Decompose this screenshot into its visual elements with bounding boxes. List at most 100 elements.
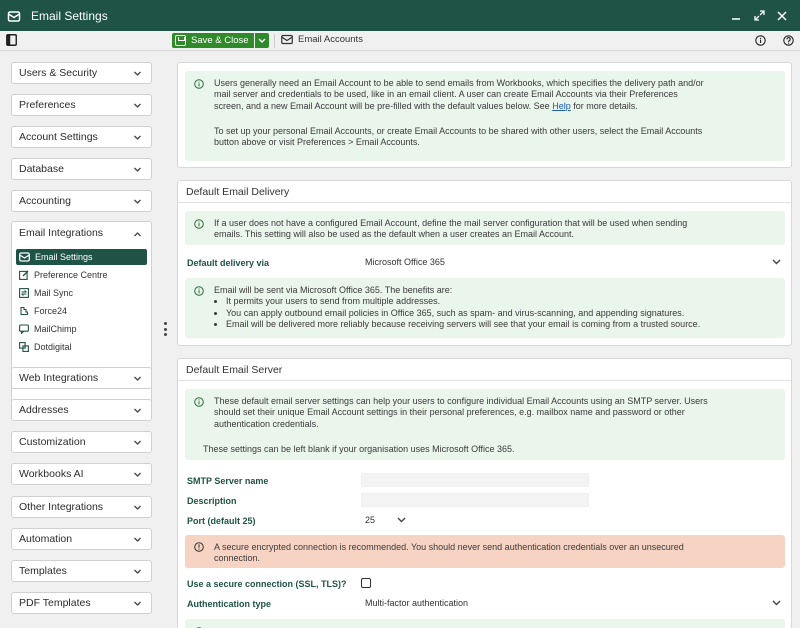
sidebar-subitem-label: Dotdigital (34, 342, 72, 352)
sidebar-subitem-dotdigital[interactable]: Dotdigital (16, 339, 147, 355)
intro-info-box: Users generally need an Email Account to… (185, 71, 785, 161)
authentication-type-value: Multi-factor authentication (365, 597, 469, 608)
authentication-type-select[interactable]: Multi-factor authentication (365, 595, 785, 610)
server-info-line: authentication credentials. (214, 418, 319, 429)
port-value: 25 (365, 514, 376, 525)
chevron-down-icon (134, 71, 141, 76)
benefit-item: It permits your users to send from multi… (226, 296, 784, 307)
chevron-down-icon (134, 440, 141, 445)
info-icon[interactable] (755, 35, 766, 49)
close-icon[interactable] (776, 10, 788, 22)
sidebar-item-account-settings[interactable]: Account Settings (11, 126, 152, 148)
sidebar-item-label: Templates (19, 565, 67, 577)
section-heading: Default Email Delivery (178, 181, 791, 203)
sidebar-subitem-label: Email Settings (35, 252, 93, 262)
maximize-icon[interactable] (753, 10, 765, 22)
info-circle-icon (194, 286, 204, 296)
sidebar-item-label: Preferences (19, 99, 76, 111)
window-title: Email Settings (31, 8, 108, 23)
info-circle-icon (194, 79, 204, 89)
sidebar-item-templates[interactable]: Templates (11, 560, 152, 582)
sidebar-item-automation[interactable]: Automation (11, 528, 152, 550)
title-bar: Email Settings (0, 0, 800, 31)
sidebar-item-label: PDF Templates (19, 597, 91, 609)
chevron-down-icon (134, 167, 141, 172)
benefit-item: Email will be delivered more reliably be… (226, 319, 784, 330)
intro-text: Users generally need an Email Account to… (214, 78, 704, 111)
sidebar-item-preferences[interactable]: Preferences (11, 94, 152, 116)
save-icon (175, 35, 186, 46)
smtp-server-label: SMTP Server name (187, 476, 269, 486)
minimize-icon[interactable] (730, 10, 742, 22)
default-delivery-label: Default delivery via (187, 258, 270, 268)
settings-sidebar: Users & Security Preferences Account Set… (0, 51, 160, 628)
sidebar-subitem-preference-centre[interactable]: Preference Centre (16, 267, 147, 283)
delivery-info-line: If a user does not have a configured Ema… (214, 218, 688, 228)
sidebar-item-customization[interactable]: Customization (11, 431, 152, 453)
sidebar-section-header[interactable]: Email Integrations (19, 227, 103, 239)
save-options-dropdown[interactable] (254, 33, 269, 48)
email-accounts-button[interactable]: Email Accounts (281, 34, 363, 45)
authentication-type-label: Authentication type (187, 599, 272, 609)
delivery-benefits-box: Email will be sent via Microsoft Office … (185, 278, 785, 338)
section-heading: Default Email Server (178, 359, 791, 381)
sidebar-item-workbooks-ai[interactable]: Workbooks AI (11, 463, 152, 485)
default-delivery-card: Default Email Delivery If a user does no… (177, 180, 792, 346)
save-close-label: Save & Close (191, 35, 249, 46)
security-warning: A secure encrypted connection is recomme… (185, 535, 785, 568)
sidebar-item-label: Users & Security (19, 67, 98, 79)
panel-toggle-icon[interactable] (6, 34, 17, 46)
smtp-server-input[interactable] (361, 473, 589, 487)
chevron-up-icon[interactable] (133, 230, 142, 239)
server-info-line: should set their unique Email Account se… (214, 407, 685, 418)
warning-line: connection. (214, 553, 261, 564)
help-icon[interactable] (783, 35, 794, 49)
save-close-button[interactable]: Save & Close (172, 33, 254, 48)
sidebar-item-addresses[interactable]: Addresses (11, 399, 152, 421)
port-label: Port (default 25) (187, 516, 256, 526)
toolbar-divider (274, 34, 275, 48)
sidebar-subitem-mailchimp[interactable]: MailChimp (16, 321, 147, 337)
intro-text-2: To set up your personal Email Accounts, … (214, 126, 703, 148)
chat-icon (19, 324, 29, 334)
sidebar-subitem-email-settings[interactable]: Email Settings (16, 249, 147, 265)
toolbar: Save & Close Email Accounts (0, 31, 800, 51)
server-info-line: These default email server settings can … (214, 396, 708, 406)
chevron-down-icon (397, 517, 406, 523)
chevron-down-icon (134, 537, 141, 542)
chevron-down-icon (772, 259, 781, 265)
sidebar-subitem-label: MailChimp (34, 324, 77, 334)
chevron-down-icon (134, 408, 141, 413)
default-delivery-select[interactable]: Microsoft Office 365 (365, 254, 785, 269)
port-select[interactable]: 25 (365, 512, 410, 527)
sidebar-item-users-security[interactable]: Users & Security (11, 62, 152, 84)
edit-icon (19, 270, 29, 280)
envelope-icon (281, 34, 293, 45)
link-icon (19, 342, 29, 352)
secure-connection-checkbox[interactable] (361, 578, 371, 588)
sidebar-item-other-integrations[interactable]: Other Integrations (11, 496, 152, 518)
default-delivery-value: Microsoft Office 365 (365, 256, 445, 267)
sidebar-item-label: Workbooks AI (19, 468, 84, 480)
help-link[interactable]: Help (552, 101, 571, 111)
chevron-down-icon (134, 135, 141, 140)
default-server-card: Default Email Server These default email… (177, 358, 792, 628)
intro-card: Users generally need an Email Account to… (177, 62, 792, 168)
sidebar-item-database[interactable]: Database (11, 158, 152, 180)
description-label: Description (187, 496, 237, 506)
server-blank-note: These settings can be left blank if your… (203, 444, 515, 454)
sidebar-item-pdf-templates[interactable]: PDF Templates (11, 592, 152, 614)
sidebar-subitem-mail-sync[interactable]: Mail Sync (16, 285, 147, 301)
sidebar-item-label: Account Settings (19, 131, 98, 143)
sidebar-item-web-integrations[interactable]: Web Integrations (11, 367, 152, 389)
chevron-down-icon (134, 199, 141, 204)
chevron-down-icon (134, 376, 141, 381)
sidebar-item-label: Automation (19, 533, 73, 545)
sidebar-resize-handle[interactable] (163, 322, 167, 336)
chevron-down-icon (772, 600, 781, 606)
sidebar-subitem-label: Mail Sync (34, 288, 74, 298)
chevron-down-icon (134, 472, 141, 477)
sidebar-item-accounting[interactable]: Accounting (11, 190, 152, 212)
sidebar-subitem-force24[interactable]: Force24 (16, 303, 147, 319)
description-input[interactable] (361, 493, 589, 507)
